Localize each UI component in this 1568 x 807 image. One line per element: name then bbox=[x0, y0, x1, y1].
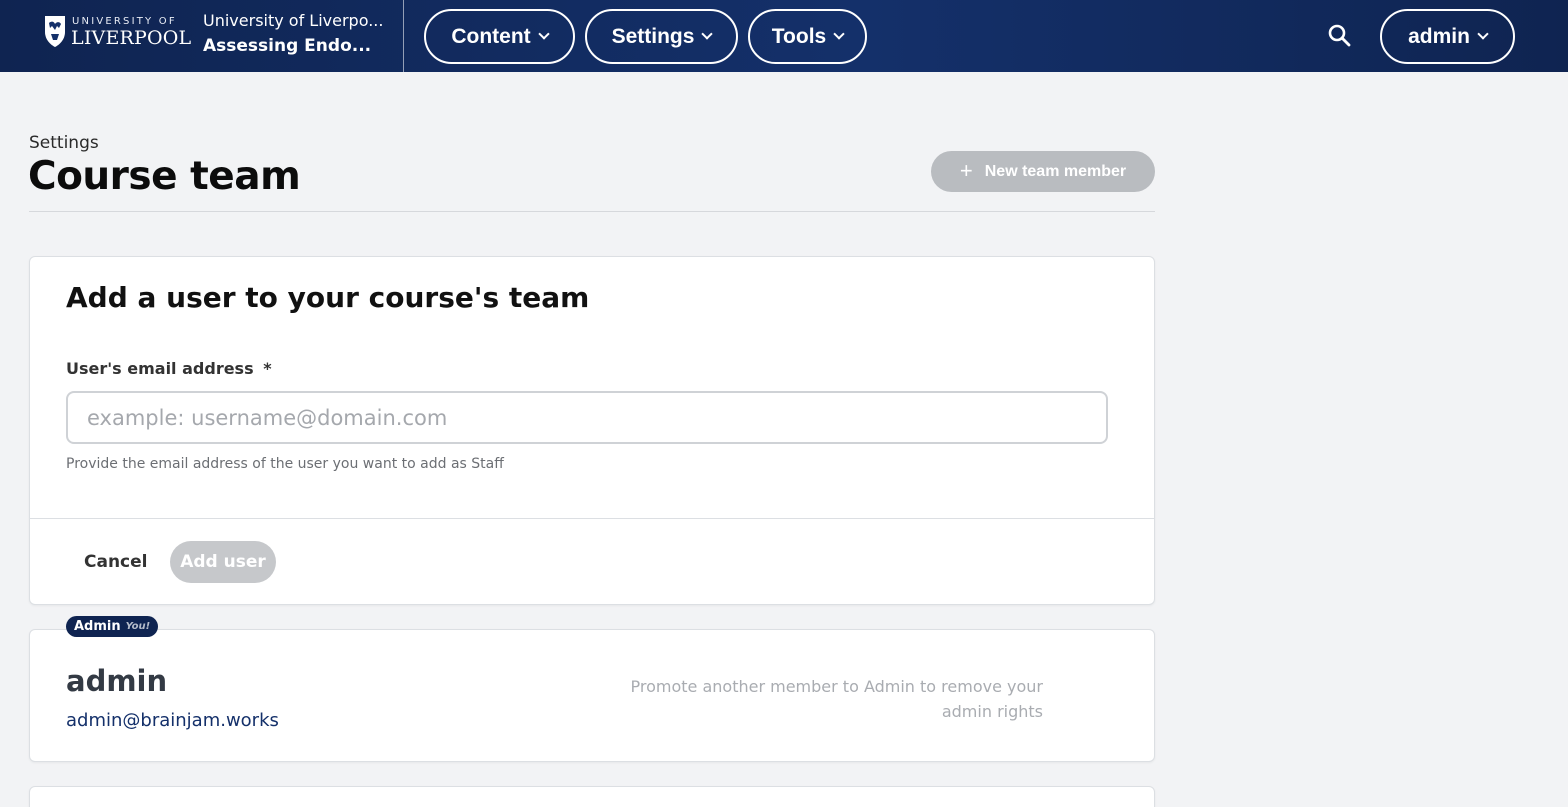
plus-icon: + bbox=[959, 157, 973, 183]
member-role-note: Promote another member to Admin to remov… bbox=[630, 677, 1044, 721]
team-member-card: admin admin@brainjam.works Promote anoth… bbox=[29, 629, 1155, 762]
email-help-text: Provide the email address of the user yo… bbox=[66, 456, 504, 472]
course-info[interactable]: University of Liverpo... Assessing Endo.… bbox=[203, 11, 393, 56]
tools-menu-label: Tools bbox=[771, 24, 827, 48]
chevron-down-icon bbox=[833, 28, 845, 40]
member-name: admin bbox=[66, 664, 168, 698]
new-team-member-label: New team member bbox=[984, 162, 1127, 180]
add-user-form-card: Add a user to your course's team User's … bbox=[29, 256, 1155, 605]
settings-menu-label: Settings bbox=[611, 24, 695, 48]
logo-line-2: LIVERPOOL bbox=[71, 27, 192, 49]
header-divider bbox=[403, 0, 404, 72]
course-organization: University of Liverpo... bbox=[203, 11, 384, 30]
logo-line-1: UNIVERSITY OF bbox=[72, 16, 177, 27]
new-team-member-button[interactable]: + New team member bbox=[931, 151, 1155, 192]
page-title: Course team bbox=[28, 154, 301, 199]
member-email-link[interactable]: admin@brainjam.works bbox=[66, 710, 279, 731]
cancel-button[interactable]: Cancel bbox=[76, 544, 155, 580]
content-menu-button[interactable]: Content bbox=[424, 9, 575, 64]
user-menu-button[interactable]: admin bbox=[1380, 9, 1515, 64]
search-icon[interactable] bbox=[1326, 22, 1354, 50]
role-badge: Admin You! bbox=[66, 616, 159, 637]
chevron-down-icon bbox=[537, 28, 550, 40]
content-menu-label: Content bbox=[451, 24, 531, 48]
university-crest-icon bbox=[45, 16, 65, 47]
add-user-heading: Add a user to your course's team bbox=[66, 281, 590, 314]
heading-divider bbox=[29, 211, 1155, 212]
university-logo[interactable]: UNIVERSITY OF LIVERPOOL bbox=[40, 12, 191, 58]
breadcrumb[interactable]: Settings bbox=[29, 133, 99, 153]
chevron-down-icon bbox=[1477, 28, 1489, 40]
user-menu-label: admin bbox=[1408, 24, 1470, 48]
top-navigation-bar: UNIVERSITY OF LIVERPOOL University of Li… bbox=[0, 0, 1568, 72]
email-input[interactable] bbox=[66, 391, 1108, 444]
team-member-card bbox=[29, 786, 1155, 807]
chevron-down-icon bbox=[701, 28, 714, 40]
you-indicator: You! bbox=[125, 621, 151, 632]
email-field-label: User's email address * bbox=[66, 359, 272, 378]
add-user-button[interactable]: Add user bbox=[170, 541, 276, 583]
course-title: Assessing Endo... bbox=[203, 36, 372, 56]
role-badge-label: Admin bbox=[74, 619, 121, 634]
required-marker: * bbox=[263, 359, 272, 378]
email-label-text: User's email address bbox=[66, 359, 254, 378]
settings-menu-button[interactable]: Settings bbox=[585, 9, 738, 64]
tools-menu-button[interactable]: Tools bbox=[748, 9, 867, 64]
form-footer-divider bbox=[30, 518, 1154, 519]
